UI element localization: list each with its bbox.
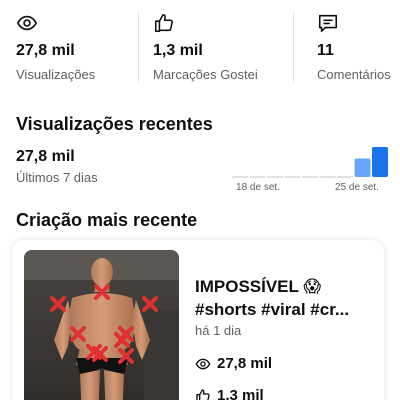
stat-comments[interactable]: 11 Comentários (317, 12, 391, 82)
video-title-line1: IMPOSSÍVEL 😱 (195, 277, 322, 296)
stat-views[interactable]: 27,8 mil Visualizações (16, 12, 95, 82)
recent-views-value: 27,8 mil (16, 148, 75, 165)
chart-tick-label: 25 de set. (335, 182, 379, 193)
video-title[interactable]: IMPOSSÍVEL 😱 #shorts #viral #cr... (195, 275, 375, 321)
latest-video-card[interactable]: IMPOSSÍVEL 😱 #shorts #viral #cr... há 1 … (12, 240, 384, 400)
comment-icon (318, 14, 338, 33)
video-title-line2: #shorts #viral #cr... (195, 300, 350, 319)
stat-comments-value: 11 (317, 42, 334, 59)
video-views: 27,8 mil (195, 355, 272, 372)
latest-creation-title: Criação mais recente (16, 210, 198, 230)
stats-row: 27,8 mil Visualizações 1,3 mil Marcações… (0, 0, 400, 92)
thumbs-up-icon (196, 388, 210, 400)
stat-views-label: Visualizações (16, 67, 96, 82)
thumbs-up-icon (154, 13, 173, 33)
recent-views-chart[interactable]: 18 de set. 25 de set. (230, 140, 390, 195)
stat-likes-label: Marcações Gostei (153, 67, 258, 82)
video-likes: 1,3 mil (195, 387, 264, 400)
video-views-value: 27,8 mil (217, 355, 273, 372)
video-thumbnail[interactable] (24, 250, 179, 400)
divider (293, 12, 294, 82)
divider (138, 12, 139, 82)
stat-comments-label: Comentários (317, 67, 391, 82)
video-age: há 1 dia (195, 323, 242, 338)
video-likes-value: 1,3 mil (217, 387, 264, 400)
stat-views-value: 27,8 mil (16, 42, 75, 59)
stat-likes-value: 1,3 mil (153, 42, 203, 59)
recent-views-title: Visualizações recentes (16, 114, 213, 134)
eye-icon (195, 358, 211, 369)
chart-bar (354, 158, 371, 177)
stat-likes[interactable]: 1,3 mil Marcações Gostei (153, 12, 258, 82)
eye-icon (16, 15, 38, 31)
recent-views-period: Últimos 7 dias (16, 170, 98, 185)
chart-tick-label: 18 de set. (236, 182, 280, 193)
chart-bar (372, 147, 388, 177)
